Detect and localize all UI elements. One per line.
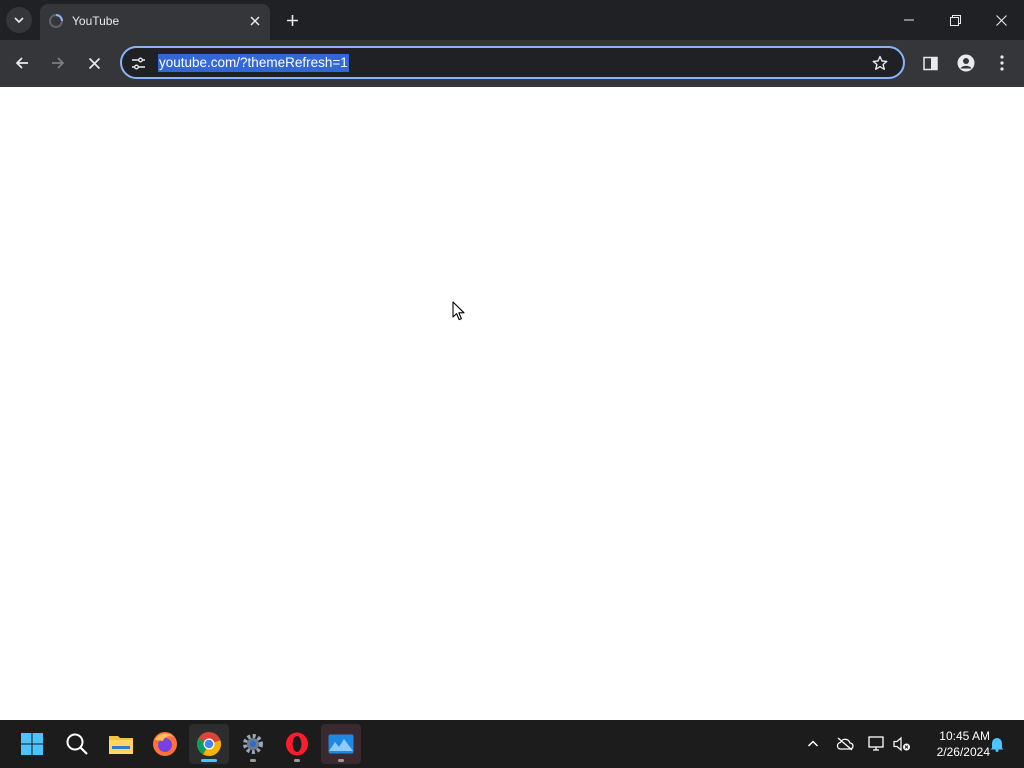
minimize-icon <box>904 19 914 21</box>
taskbar-file-explorer[interactable] <box>101 724 141 764</box>
chrome-icon <box>196 732 221 756</box>
running-app-indicator <box>294 759 300 762</box>
network-icon <box>868 736 884 751</box>
bookmark-button[interactable] <box>870 53 890 73</box>
taskbar-search-button[interactable] <box>57 724 97 764</box>
close-icon <box>88 57 100 69</box>
url-text[interactable]: youtube.com/?themeRefresh=1 <box>158 54 349 72</box>
restore-icon <box>949 14 961 26</box>
photos-icon <box>328 734 354 754</box>
running-app-indicator <box>250 759 256 762</box>
clock-date: 2/26/2024 <box>936 745 990 759</box>
side-panel-button[interactable] <box>918 51 942 75</box>
search-icon <box>66 733 88 755</box>
back-button[interactable] <box>10 51 34 75</box>
tab-youtube[interactable]: YouTube <box>40 4 270 40</box>
volume-muted-icon <box>893 736 910 752</box>
folder-icon <box>109 736 133 754</box>
arrow-right-icon <box>52 57 65 69</box>
browser-titlebar: YouTube <box>0 0 1024 40</box>
menu-button[interactable] <box>990 51 1014 75</box>
restore-button[interactable] <box>932 0 978 40</box>
profile-button[interactable] <box>954 51 978 75</box>
active-app-indicator <box>201 759 217 762</box>
firefox-icon <box>153 732 177 756</box>
taskbar-chrome[interactable] <box>189 724 229 764</box>
taskbar-photos[interactable] <box>321 724 361 764</box>
bell-icon <box>990 738 1004 752</box>
star-icon <box>872 55 888 70</box>
arrow-left-icon <box>15 57 28 69</box>
cloud-off-icon <box>836 737 854 751</box>
close-icon <box>250 16 260 26</box>
site-info-button[interactable] <box>128 53 148 73</box>
loading-spinner-icon <box>49 14 63 28</box>
onedrive-tray-button[interactable] <box>833 732 857 756</box>
tab-title: YouTube <box>72 14 120 28</box>
notifications-button[interactable] <box>985 732 1009 756</box>
network-tray-button[interactable] <box>865 732 889 756</box>
start-button[interactable] <box>12 724 52 764</box>
minimize-button[interactable] <box>886 0 932 40</box>
taskbar-settings[interactable] <box>233 724 273 764</box>
opera-icon <box>286 732 308 756</box>
page-content <box>0 87 1024 720</box>
chevron-up-icon <box>807 740 819 747</box>
close-icon <box>995 14 1007 26</box>
windows-logo-icon <box>21 733 43 755</box>
avatar-icon <box>957 54 975 72</box>
more-vert-icon <box>1000 55 1004 71</box>
clock-time: 10:45 AM <box>939 729 990 743</box>
close-window-button[interactable] <box>978 0 1024 40</box>
tune-icon <box>131 57 145 69</box>
volume-tray-button[interactable] <box>890 732 914 756</box>
address-bar[interactable]: youtube.com/?themeRefresh=1 <box>120 46 905 79</box>
tab-search-button[interactable] <box>6 7 32 33</box>
forward-button[interactable] <box>46 51 70 75</box>
taskbar-clock[interactable]: 10:45 AM 2/26/2024 <box>918 728 990 760</box>
taskbar-firefox[interactable] <box>145 724 185 764</box>
mouse-cursor-icon <box>452 301 465 321</box>
gear-icon <box>243 734 263 754</box>
browser-toolbar: youtube.com/?themeRefresh=1 <box>0 40 1024 87</box>
chevron-down-icon <box>14 17 24 24</box>
windows-taskbar: 10:45 AM 2/26/2024 <box>0 720 1024 768</box>
show-hidden-icons-button[interactable] <box>801 732 825 756</box>
side-panel-icon <box>922 56 938 70</box>
running-app-indicator <box>338 759 344 762</box>
stop-loading-button[interactable] <box>82 51 106 75</box>
tab-close-button[interactable] <box>246 12 264 30</box>
plus-icon <box>286 14 298 26</box>
new-tab-button[interactable] <box>281 9 303 31</box>
taskbar-opera[interactable] <box>277 724 317 764</box>
